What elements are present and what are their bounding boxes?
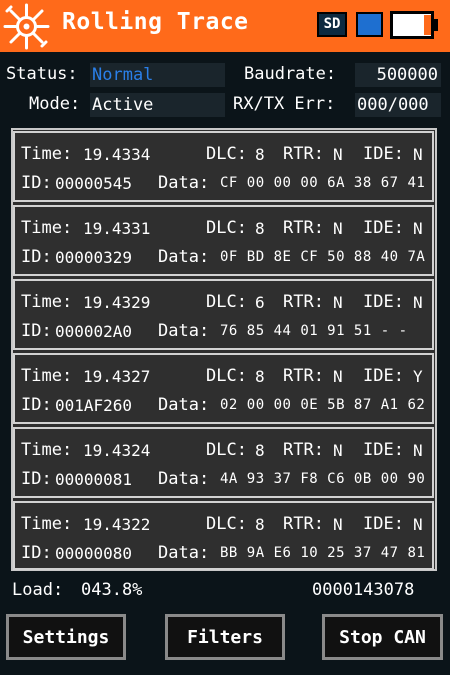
ide-label: IDE: — [363, 292, 404, 312]
filters-button[interactable]: Filters — [165, 614, 285, 660]
frame-rtr: N — [333, 293, 343, 312]
baudrate-value: 500000 — [355, 63, 441, 87]
frame-dlc: 8 — [255, 145, 265, 164]
ide-label: IDE: — [363, 144, 404, 164]
frame-id: 00000545 — [55, 174, 133, 193]
id-label: ID: — [21, 469, 52, 489]
frame-id: 00000080 — [55, 544, 133, 563]
frame-time: 19.4322 — [83, 515, 151, 534]
frame-data: 4A 93 37 F8 C6 0B 00 90 — [220, 471, 426, 487]
time-label: Time: — [21, 514, 73, 534]
time-label: Time: — [21, 144, 73, 164]
rtr-label: RTR: — [283, 218, 324, 238]
time-label: Time: — [21, 218, 73, 238]
dlc-label: DLC: — [206, 366, 247, 386]
frame-data: 0F BD 8E CF 50 88 40 7A — [220, 249, 426, 265]
ide-label: IDE: — [363, 366, 404, 386]
id-label: ID: — [21, 247, 52, 267]
data-label: Data: — [158, 247, 210, 267]
frame-dlc: 8 — [255, 441, 265, 460]
frame-data: CF 00 00 00 6A 38 67 41 — [220, 175, 426, 191]
ide-label: IDE: — [363, 440, 404, 460]
sd-card-icon: SD — [317, 12, 347, 37]
mode-label: Mode: — [29, 94, 81, 114]
frame-data: 02 00 00 0E 5B 87 A1 62 — [220, 397, 426, 413]
frame-rtr: N — [333, 515, 343, 534]
data-label: Data: — [158, 469, 210, 489]
status-value: Normal — [90, 63, 225, 87]
trace-frame-row[interactable]: Time: 19.4334 DLC: 8 RTR: N IDE: N ID: 00000545 Da… — [13, 131, 434, 202]
rtr-label: RTR: — [283, 292, 324, 312]
frame-data: BB 9A E6 10 25 37 47 81 — [220, 545, 426, 561]
id-label: ID: — [21, 321, 52, 341]
id-label: ID: — [21, 395, 52, 415]
data-label: Data: — [158, 321, 210, 341]
frame-rtr: N — [333, 367, 343, 386]
stop-can-button[interactable]: Stop CAN — [322, 614, 443, 660]
title-bar: Rolling Trace SD — [0, 0, 450, 52]
frame-ide: N — [413, 219, 423, 238]
load-value: 043.8% — [81, 580, 143, 600]
frame-id: 000002A0 — [55, 322, 133, 341]
dlc-label: DLC: — [206, 218, 247, 238]
frame-dlc: 6 — [255, 293, 265, 312]
frame-id: 00000081 — [55, 470, 133, 489]
mode-value: Active — [90, 93, 225, 117]
rxtx-error-label: RX/TX Err: — [233, 94, 336, 114]
battery-icon — [390, 11, 438, 39]
time-label: Time: — [21, 366, 73, 386]
frame-time: 19.4329 — [83, 293, 151, 312]
rtr-label: RTR: — [283, 514, 324, 534]
frame-ide: N — [413, 145, 423, 164]
frame-rtr: N — [333, 441, 343, 460]
rtr-label: RTR: — [283, 144, 324, 164]
dlc-label: DLC: — [206, 440, 247, 460]
frame-ide: N — [413, 441, 423, 460]
ide-label: IDE: — [363, 218, 404, 238]
frame-dlc: 8 — [255, 367, 265, 386]
frame-ide: N — [413, 515, 423, 534]
trace-frame-row[interactable]: Time: 19.4327 DLC: 8 RTR: N IDE: Y ID: 001AF260 Da… — [13, 353, 434, 424]
frame-dlc: 8 — [255, 219, 265, 238]
frame-dlc: 8 — [255, 515, 265, 534]
rxtx-error-value: 000/000 — [355, 93, 441, 117]
trace-frame-row[interactable]: Time: 19.4322 DLC: 8 RTR: N IDE: N ID: 00000080 Da… — [13, 501, 434, 570]
dlc-label: DLC: — [206, 514, 247, 534]
status-label: Status: — [6, 64, 78, 84]
frame-time: 19.4334 — [83, 145, 151, 164]
trace-frame-row[interactable]: Time: 19.4324 DLC: 8 RTR: N IDE: N ID: 00000081 Da… — [13, 427, 434, 498]
frame-ide: N — [413, 293, 423, 312]
ide-label: IDE: — [363, 514, 404, 534]
frame-rtr: N — [333, 145, 343, 164]
circuit-logo-icon — [3, 3, 50, 50]
settings-button[interactable]: Settings — [6, 614, 126, 660]
rtr-label: RTR: — [283, 366, 324, 386]
data-label: Data: — [158, 395, 210, 415]
data-label: Data: — [158, 173, 210, 193]
page-title: Rolling Trace — [62, 9, 249, 35]
frame-data: 76 85 44 01 91 51 - - — [220, 323, 408, 339]
time-label: Time: — [21, 292, 73, 312]
id-label: ID: — [21, 173, 52, 193]
frame-ide: Y — [413, 367, 423, 386]
frame-count: 0000143078 — [312, 580, 415, 600]
record-icon — [356, 12, 383, 37]
id-label: ID: — [21, 543, 52, 563]
trace-frame-row[interactable]: Time: 19.4331 DLC: 8 RTR: N IDE: N ID: 00000329 Da… — [13, 205, 434, 276]
data-label: Data: — [158, 543, 210, 563]
frame-id: 001AF260 — [55, 396, 133, 415]
baudrate-label: Baudrate: — [244, 64, 337, 84]
load-label: Load: — [12, 580, 64, 600]
trace-frame-row[interactable]: Time: 19.4329 DLC: 6 RTR: N IDE: N ID: 000002A0 Da… — [13, 279, 434, 350]
frame-time: 19.4331 — [83, 219, 151, 238]
rtr-label: RTR: — [283, 440, 324, 460]
dlc-label: DLC: — [206, 292, 247, 312]
frame-time: 19.4327 — [83, 367, 151, 386]
frame-time: 19.4324 — [83, 441, 151, 460]
time-label: Time: — [21, 440, 73, 460]
frame-rtr: N — [333, 219, 343, 238]
frame-id: 00000329 — [55, 248, 133, 267]
dlc-label: DLC: — [206, 144, 247, 164]
